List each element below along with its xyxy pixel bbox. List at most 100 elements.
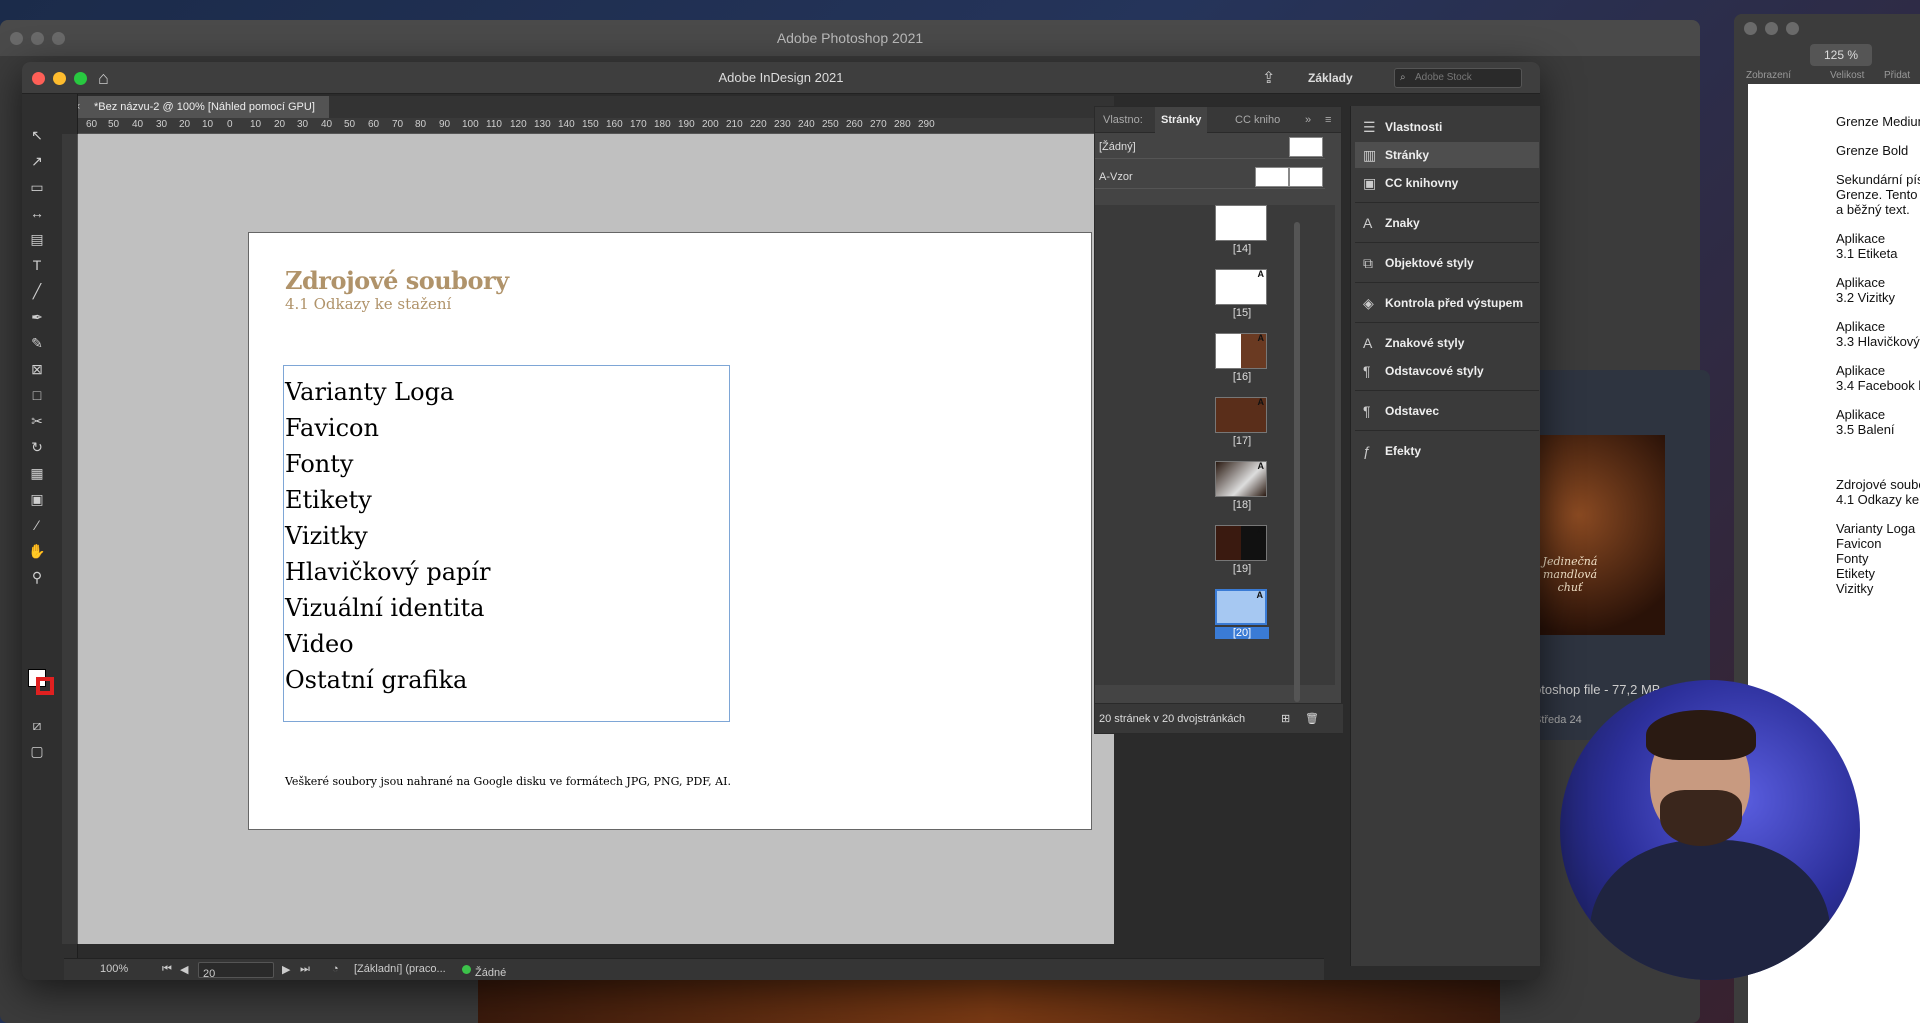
page-thumbnail[interactable]: A [17] xyxy=(1215,397,1269,447)
stroke-swatch[interactable] xyxy=(36,677,54,695)
page-thumbnail-selected[interactable]: A [20] xyxy=(1215,589,1269,639)
new-page-icon[interactable]: ⊞ xyxy=(1281,704,1290,734)
properties-icon: ☰ xyxy=(1363,119,1376,135)
adobe-stock-search[interactable]: ⌕ Adobe Stock xyxy=(1394,68,1522,88)
ruler-tick: 10 xyxy=(250,119,262,130)
pen-tool-icon[interactable]: ✒ xyxy=(26,306,48,328)
preflight-status[interactable]: Žádné chyby xyxy=(462,963,506,980)
master-none[interactable]: [Žádný] xyxy=(1095,135,1325,159)
zoom-tool-icon[interactable]: ⚲ xyxy=(26,566,48,588)
gap-tool-icon[interactable]: ↔ xyxy=(26,202,48,224)
panel-pages[interactable]: ▥ Stránky xyxy=(1355,142,1539,168)
page-title[interactable]: Zdrojové soubory xyxy=(285,266,509,295)
panel-paragraph-styles[interactable]: ¶ Odstavcové styly xyxy=(1355,358,1539,384)
note-tool-icon[interactable]: ▣ xyxy=(26,488,48,510)
current-page: 20 xyxy=(203,968,216,980)
master-a[interactable]: A-Vzor xyxy=(1095,165,1325,189)
character-styles-icon: A xyxy=(1363,335,1373,351)
panel-character[interactable]: A Znaky xyxy=(1355,210,1539,236)
ruler-tick: 140 xyxy=(558,119,575,130)
page-subtitle[interactable]: 4.1 Odkazy ke stažení xyxy=(285,295,451,313)
panel-paragraph[interactable]: ¶ Odstavec xyxy=(1355,398,1539,424)
ruler-tick: 200 xyxy=(702,119,719,130)
direct-selection-tool-icon[interactable]: ↗ xyxy=(26,150,48,172)
document-tab[interactable]: × *Bez názvu-2 @ 100% [Náhled pomocí GPU… xyxy=(64,96,329,118)
master-thumb xyxy=(1289,167,1323,187)
next-page-icon[interactable]: ▶ xyxy=(282,963,290,976)
ruler-tick: 120 xyxy=(510,119,527,130)
horizontal-ruler[interactable]: 60 50 40 30 20 10 0 10 20 30 40 50 60 70… xyxy=(78,118,1114,134)
panel-preflight[interactable]: ◈ Kontrola před výstupem xyxy=(1355,290,1539,316)
page-thumbnail[interactable]: A [18] xyxy=(1215,461,1269,511)
selection-tool-icon[interactable]: ↖ xyxy=(26,124,48,146)
panel-effects[interactable]: ƒ Efekty xyxy=(1355,438,1539,464)
preflight-status-label: Žádné chyby xyxy=(475,967,507,980)
toolbar-label-size[interactable]: Velikost xyxy=(1830,70,1864,81)
panel-menu-icon[interactable]: ≡ xyxy=(1325,107,1331,133)
previous-page-icon[interactable]: ◀ xyxy=(180,963,188,976)
list-item: Video xyxy=(285,630,354,658)
page-thumbnail[interactable]: A [16] xyxy=(1215,333,1269,383)
doc-line: a běžný text. xyxy=(1836,202,1910,217)
eyedropper-tool-icon[interactable]: ⁄ xyxy=(26,514,48,536)
trash-icon[interactable]: 🗑 xyxy=(1305,704,1319,734)
rectangle-frame-tool-icon[interactable]: ⊠ xyxy=(26,358,48,380)
document-window-controls[interactable] xyxy=(1744,22,1799,35)
type-tool-icon[interactable]: T xyxy=(26,254,48,276)
last-page-icon[interactable]: ⏭ xyxy=(300,963,310,976)
page-footnote[interactable]: Veškeré soubory jsou nahrané na Google d… xyxy=(285,775,731,788)
page-tool-icon[interactable]: ▭ xyxy=(26,176,48,198)
preflight-profile-icon[interactable]: ◔ xyxy=(332,963,339,975)
gradient-tool-icon[interactable]: ▦ xyxy=(26,462,48,484)
share-icon[interactable]: ⇪ xyxy=(1262,68,1275,88)
toolbar-label-view[interactable]: Zobrazení xyxy=(1746,70,1791,81)
zoom-level[interactable]: 100% xyxy=(100,963,128,975)
zoom-select[interactable]: 125 % xyxy=(1810,44,1872,66)
line-tool-icon[interactable]: ╱ xyxy=(26,280,48,302)
expand-panels-icon[interactable]: » xyxy=(1305,107,1311,133)
page-number-field[interactable]: 20 xyxy=(198,962,274,980)
page-thumb: A xyxy=(1215,333,1267,369)
page-thumbnail[interactable]: [14] xyxy=(1215,205,1269,255)
pasteboard[interactable]: Zdrojové soubory 4.1 Odkazy ke stažení V… xyxy=(78,134,1114,944)
document-toolbar: 125 % Zobrazení Velikost Přidat xyxy=(1734,14,1920,84)
page-thumbnail[interactable]: A [19] xyxy=(1215,525,1269,575)
scissors-tool-icon[interactable]: ✂ xyxy=(26,410,48,432)
panel-cc-libraries[interactable]: ▣ CC knihovny xyxy=(1355,170,1539,196)
panel-object-styles[interactable]: ⧉ Objektové styly xyxy=(1355,250,1539,276)
panel-properties[interactable]: ☰ Vlastnosti xyxy=(1355,114,1539,140)
page-thumbnail[interactable]: A [15] xyxy=(1215,269,1269,319)
screen-mode-icon[interactable]: ▢ xyxy=(26,740,48,762)
panel-separator xyxy=(1355,242,1539,243)
thumbnail-title: Jedinečná mandlová chuť xyxy=(1542,555,1598,594)
photoshop-titlebar: Adobe Photoshop 2021 xyxy=(0,20,1700,56)
fill-stroke-swatch[interactable] xyxy=(28,669,54,695)
doc-line: 3.4 Facebook ba xyxy=(1836,378,1920,393)
vertical-scrollbar[interactable] xyxy=(1294,222,1300,702)
ruler-tick: 60 xyxy=(86,119,98,130)
apply-none-icon[interactable]: ⧄ xyxy=(26,714,48,736)
text-frame[interactable]: Varianty Loga Favicon Fonty Etikety Vizi… xyxy=(283,365,730,722)
toolbar-label-add[interactable]: Přidat xyxy=(1884,70,1910,81)
ruler-tick: 20 xyxy=(274,119,286,130)
photoshop-window-controls[interactable] xyxy=(10,32,65,45)
master-none-label: [Žádný] xyxy=(1099,141,1136,153)
tab-cc-libraries[interactable]: CC kniho xyxy=(1235,107,1280,133)
rectangle-tool-icon[interactable]: □ xyxy=(26,384,48,406)
tab-pages[interactable]: Stránky xyxy=(1155,107,1208,133)
hand-tool-icon[interactable]: ✋ xyxy=(26,540,48,562)
tab-properties[interactable]: Vlastno: xyxy=(1103,107,1143,133)
vertical-ruler[interactable] xyxy=(62,134,78,944)
first-page-icon[interactable]: ⏮ xyxy=(162,963,172,976)
preview-thumbnail[interactable]: Jedinečná mandlová chuť xyxy=(1520,435,1665,635)
document-page[interactable]: Zdrojové soubory 4.1 Odkazy ke stažení V… xyxy=(248,232,1092,830)
page-number: [15] xyxy=(1232,307,1252,319)
preflight-profile[interactable]: [Základní] (praco... xyxy=(354,963,446,975)
workspace-switcher[interactable]: Základy xyxy=(1308,62,1353,94)
content-collector-icon[interactable]: ▤ xyxy=(26,228,48,250)
panel-label: Efekty xyxy=(1385,444,1422,458)
pencil-tool-icon[interactable]: ✎ xyxy=(26,332,48,354)
rotate-tool-icon[interactable]: ↻ xyxy=(26,436,48,458)
panel-character-styles[interactable]: A Znakové styly xyxy=(1355,330,1539,356)
doc-line: Grenze Medium xyxy=(1836,114,1920,129)
